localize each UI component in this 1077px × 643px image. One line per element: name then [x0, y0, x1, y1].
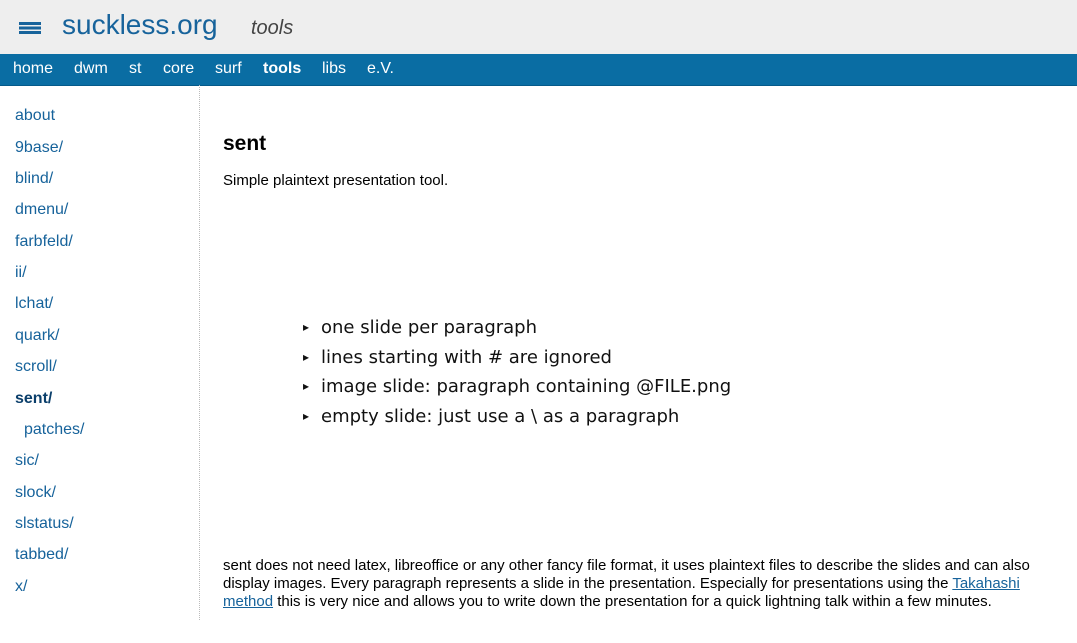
- body-paragraph: sent does not need latex, libreoffice or…: [223, 557, 1033, 611]
- slide-list-item: ▸ empty slide: just use a \ as a paragrap…: [303, 404, 863, 434]
- slide-item-text: one slide per paragraph: [321, 317, 538, 338]
- nav-item-ev[interactable]: e.V.: [367, 60, 394, 78]
- nav-item-libs[interactable]: libs: [322, 60, 346, 78]
- sidebar-item-sic[interactable]: sic/: [15, 452, 39, 470]
- slide-item-text: lines starting with # are ignored: [321, 346, 612, 368]
- nav-item-dwm[interactable]: dwm: [74, 60, 108, 78]
- sidebar-item-tabbed[interactable]: tabbed/: [15, 546, 68, 564]
- sidebar-item-lchat[interactable]: lchat/: [15, 295, 53, 313]
- bullet-triangle-icon: ▸: [303, 320, 310, 334]
- slide-item-text: empty slide: just use a \ as a paragraph: [321, 406, 680, 428]
- top-nav: home dwm st core surf tools libs e.V.: [0, 54, 1077, 86]
- page: suckless.org tools home dwm st core surf…: [0, 0, 1077, 643]
- section-title: tools: [251, 17, 294, 39]
- slide-list-item: ▸ image slide: paragraph containing @FILE…: [303, 374, 863, 404]
- slide-list-item: ▸ lines starting with # are ignored: [303, 345, 863, 375]
- nav-item-core[interactable]: core: [163, 60, 194, 78]
- sidebar-item-scroll[interactable]: scroll/: [15, 358, 57, 376]
- nav-item-surf[interactable]: surf: [215, 60, 242, 78]
- sidebar-item-sent[interactable]: sent/: [15, 390, 52, 408]
- bullet-triangle-icon: ▸: [303, 409, 310, 424]
- body-text-after-link: this is very nice and allows you to writ…: [273, 593, 992, 610]
- page-title: sent: [223, 132, 267, 155]
- page-description: Simple plaintext presentation tool.: [223, 172, 449, 189]
- sidebar-item-patches[interactable]: patches/: [24, 421, 84, 439]
- sidebar-item-slstatus[interactable]: slstatus/: [15, 515, 74, 533]
- bullet-triangle-icon: ▸: [303, 349, 310, 364]
- sidebar-item-about[interactable]: about: [15, 107, 55, 125]
- site-header: suckless.org tools: [0, 0, 1077, 54]
- sidebar-item-ii[interactable]: ii/: [15, 264, 27, 282]
- body-text-before-link: sent does not need latex, libreoffice or…: [223, 557, 1030, 592]
- sidebar-item-slock[interactable]: slock/: [15, 484, 56, 502]
- nav-item-tools[interactable]: tools: [263, 60, 301, 78]
- nav-item-st[interactable]: st: [129, 60, 141, 78]
- example-slide-image: ▸ one slide per paragraph ▸ lines starting…: [303, 315, 863, 434]
- sidebar-item-quark[interactable]: quark/: [15, 327, 59, 345]
- site-logo-link[interactable]: suckless.org: [62, 8, 218, 42]
- sidebar: about 9base/ blind/ dmenu/ farbfeld/ ii/…: [0, 85, 200, 620]
- slide-list-item: ▸ one slide per paragraph: [303, 315, 863, 345]
- sidebar-item-blind[interactable]: blind/: [15, 170, 53, 188]
- sidebar-item-9base[interactable]: 9base/: [15, 139, 63, 157]
- nav-item-home[interactable]: home: [13, 60, 53, 78]
- sidebar-item-dmenu[interactable]: dmenu/: [15, 201, 68, 219]
- sidebar-item-x[interactable]: x/: [15, 578, 27, 596]
- sidebar-item-farbfeld[interactable]: farbfeld/: [15, 233, 73, 251]
- slide-item-text: image slide: paragraph containing @FILE.…: [321, 376, 732, 398]
- bullet-triangle-icon: ▸: [303, 379, 310, 394]
- stacked-bars-icon[interactable]: [19, 22, 41, 34]
